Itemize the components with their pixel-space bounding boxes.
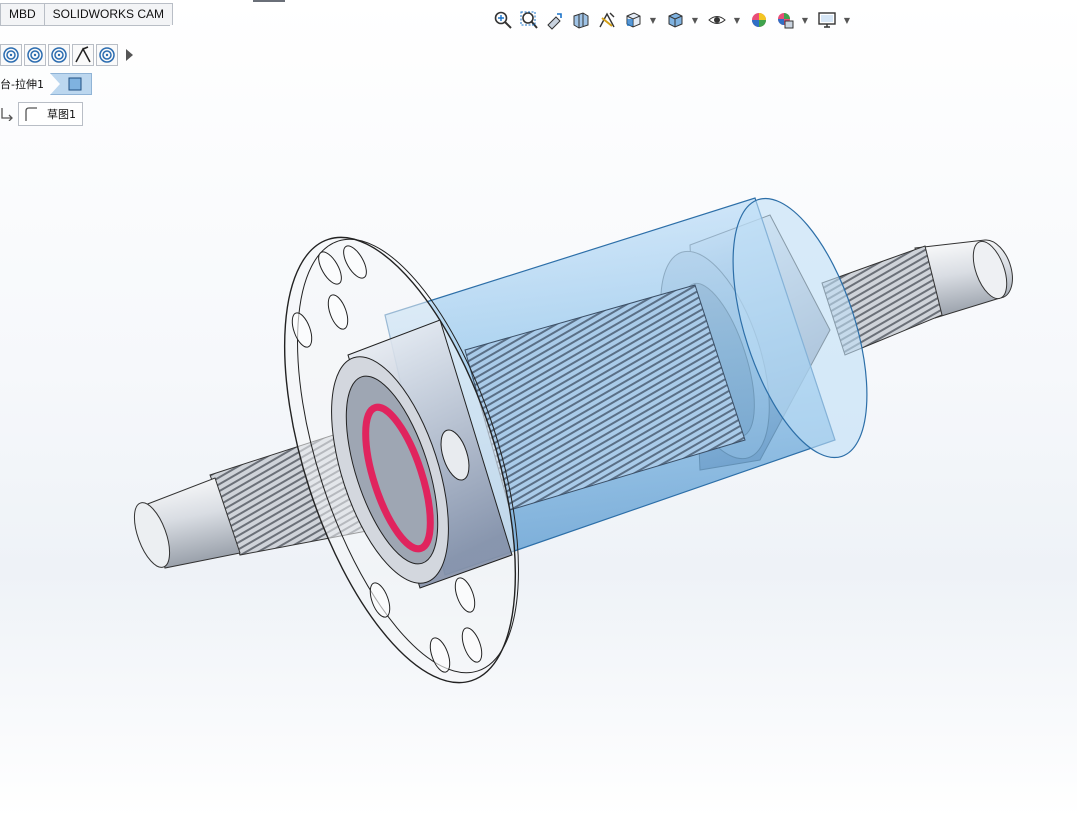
model-viewport[interactable] <box>0 0 1077 817</box>
